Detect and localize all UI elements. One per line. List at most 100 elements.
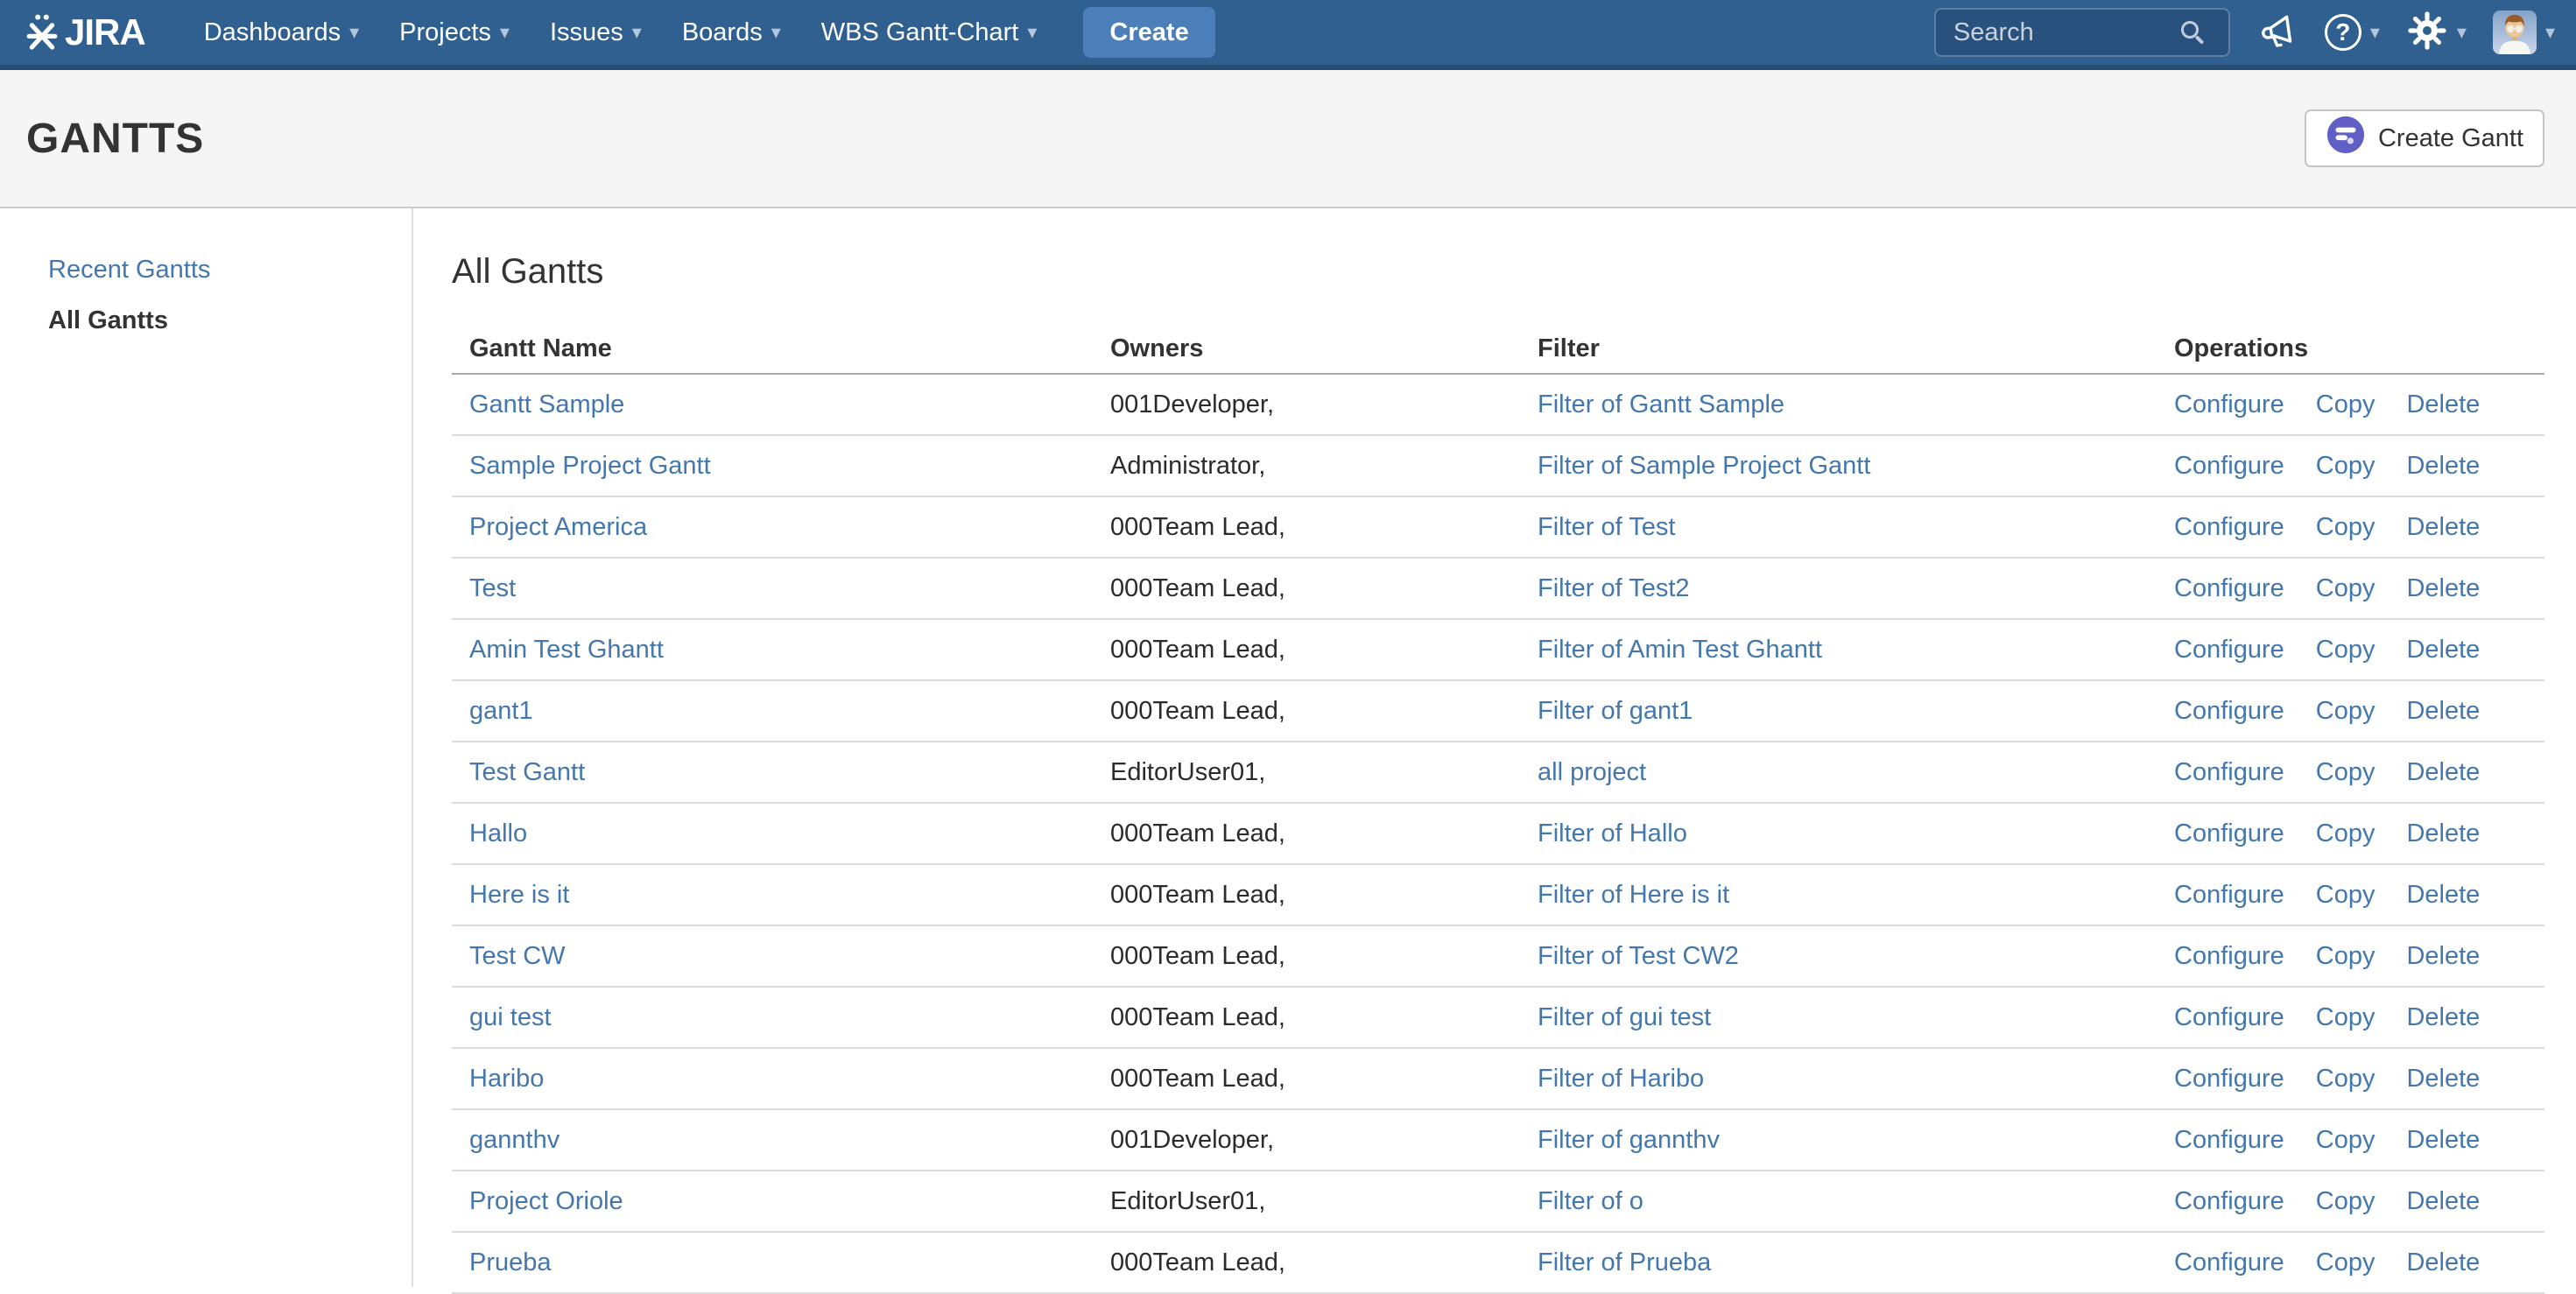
gantt-name-link[interactable]: Test xyxy=(469,574,516,602)
gantt-name-link[interactable]: Here is it xyxy=(469,881,569,909)
jira-logo[interactable]: JIRA xyxy=(26,11,145,53)
chevron-down-icon: ▾ xyxy=(2545,23,2555,42)
filter-link[interactable]: Filter of Gantt Sample xyxy=(1538,390,1784,418)
configure-link[interactable]: Configure xyxy=(2174,881,2284,910)
filter-link[interactable]: Filter of Test2 xyxy=(1538,574,1690,602)
chevron-down-icon: ▾ xyxy=(349,23,359,42)
owner-cell: 000Team Lead, xyxy=(1110,942,1538,971)
nav-dashboards[interactable]: Dashboards ▾ xyxy=(184,0,379,67)
copy-link[interactable]: Copy xyxy=(2316,1065,2375,1094)
configure-link[interactable]: Configure xyxy=(2174,1187,2284,1216)
operations-cell: Configure Copy Delete xyxy=(2174,1248,2544,1277)
configure-link[interactable]: Configure xyxy=(2174,636,2284,665)
delete-link[interactable]: Delete xyxy=(2406,1065,2480,1094)
main-panel: All Gantts Gantt Name Owners Filter Oper… xyxy=(413,208,2576,1287)
filter-link[interactable]: Filter of Test xyxy=(1538,513,1675,541)
configure-link[interactable]: Configure xyxy=(2174,697,2284,726)
help-menu[interactable]: ? ▾ xyxy=(2325,14,2380,51)
filter-link[interactable]: Filter of Test CW2 xyxy=(1538,942,1739,970)
table-row: Project Oriole EditorUser01, Filter of o… xyxy=(452,1171,2544,1233)
gantt-name-link[interactable]: Haribo xyxy=(469,1065,544,1093)
gantt-name-link[interactable]: Sample Project Gantt xyxy=(469,452,711,480)
jira-logo-text: JIRA xyxy=(65,11,145,53)
filter-link[interactable]: Filter of Hallo xyxy=(1538,819,1687,847)
delete-link[interactable]: Delete xyxy=(2406,758,2480,787)
copy-link[interactable]: Copy xyxy=(2316,881,2375,910)
filter-link[interactable]: Filter of Amin Test Ghantt xyxy=(1538,636,1822,664)
gantt-name-link[interactable]: Prueba xyxy=(469,1248,552,1276)
configure-link[interactable]: Configure xyxy=(2174,1248,2284,1277)
copy-link[interactable]: Copy xyxy=(2316,390,2375,419)
nav-wbs-gantt-chart[interactable]: WBS Gantt-Chart ▾ xyxy=(801,0,1058,67)
delete-link[interactable]: Delete xyxy=(2406,1003,2480,1032)
nav-issues[interactable]: Issues ▾ xyxy=(530,0,662,67)
configure-link[interactable]: Configure xyxy=(2174,452,2284,481)
gantt-name-link[interactable]: Project Oriole xyxy=(469,1187,623,1215)
delete-link[interactable]: Delete xyxy=(2406,819,2480,848)
filter-link[interactable]: all project xyxy=(1538,758,1646,786)
copy-link[interactable]: Copy xyxy=(2316,452,2375,481)
delete-link[interactable]: Delete xyxy=(2406,1126,2480,1155)
delete-link[interactable]: Delete xyxy=(2406,574,2480,603)
gantt-name-link[interactable]: Gantt Sample xyxy=(469,390,624,418)
copy-link[interactable]: Copy xyxy=(2316,1126,2375,1155)
create-button[interactable]: Create xyxy=(1083,7,1214,58)
configure-link[interactable]: Configure xyxy=(2174,574,2284,603)
gantt-name-link[interactable]: Test Gantt xyxy=(469,758,585,786)
filter-link[interactable]: Filter of gui test xyxy=(1538,1003,1711,1031)
configure-link[interactable]: Configure xyxy=(2174,390,2284,419)
configure-link[interactable]: Configure xyxy=(2174,1126,2284,1155)
delete-link[interactable]: Delete xyxy=(2406,390,2480,419)
filter-link[interactable]: Filter of Haribo xyxy=(1538,1065,1704,1093)
gantt-name-link[interactable]: gui test xyxy=(469,1003,552,1031)
delete-link[interactable]: Delete xyxy=(2406,881,2480,910)
delete-link[interactable]: Delete xyxy=(2406,1187,2480,1216)
copy-link[interactable]: Copy xyxy=(2316,1187,2375,1216)
gantt-name-link[interactable]: gant1 xyxy=(469,697,533,725)
sidebar-item-all-gantts[interactable]: All Gantts xyxy=(48,303,412,338)
search-icon[interactable] xyxy=(2181,21,2199,39)
configure-link[interactable]: Configure xyxy=(2174,819,2284,848)
filter-link[interactable]: Filter of Sample Project Gantt xyxy=(1538,452,1870,480)
sidebar-item-recent-gantts[interactable]: Recent Gantts xyxy=(48,252,412,287)
announcement-megaphone-icon[interactable] xyxy=(2256,11,2298,53)
copy-link[interactable]: Copy xyxy=(2316,758,2375,787)
copy-link[interactable]: Copy xyxy=(2316,513,2375,542)
copy-link[interactable]: Copy xyxy=(2316,636,2375,665)
delete-link[interactable]: Delete xyxy=(2406,452,2480,481)
admin-menu[interactable]: ▾ xyxy=(2406,10,2467,56)
delete-link[interactable]: Delete xyxy=(2406,697,2480,726)
user-menu[interactable]: ▾ xyxy=(2493,11,2555,54)
copy-link[interactable]: Copy xyxy=(2316,1003,2375,1032)
configure-link[interactable]: Configure xyxy=(2174,1065,2284,1094)
filter-link[interactable]: Filter of Prueba xyxy=(1538,1248,1711,1276)
copy-link[interactable]: Copy xyxy=(2316,574,2375,603)
gantt-name-link[interactable]: gannthv xyxy=(469,1126,560,1154)
copy-link[interactable]: Copy xyxy=(2316,1248,2375,1277)
owner-cell: 000Team Lead, xyxy=(1110,819,1538,848)
table-row: Gantt Sample 001Developer, Filter of Gan… xyxy=(452,375,2544,436)
filter-link[interactable]: Filter of Here is it xyxy=(1538,881,1729,909)
delete-link[interactable]: Delete xyxy=(2406,513,2480,542)
create-gantt-button[interactable]: Create Gantt xyxy=(2305,109,2544,167)
copy-link[interactable]: Copy xyxy=(2316,697,2375,726)
gantt-name-link[interactable]: Test CW xyxy=(469,942,566,970)
nav-projects[interactable]: Projects ▾ xyxy=(379,0,530,67)
copy-link[interactable]: Copy xyxy=(2316,819,2375,848)
gantt-name-link[interactable]: Amin Test Ghantt xyxy=(469,636,664,664)
configure-link[interactable]: Configure xyxy=(2174,758,2284,787)
copy-link[interactable]: Copy xyxy=(2316,942,2375,971)
configure-link[interactable]: Configure xyxy=(2174,942,2284,971)
filter-link[interactable]: Filter of o xyxy=(1538,1187,1643,1215)
nav-boards[interactable]: Boards ▾ xyxy=(662,0,801,67)
filter-link[interactable]: Filter of gannthv xyxy=(1538,1126,1720,1154)
gantt-name-link[interactable]: Hallo xyxy=(469,819,527,847)
gantt-name-link[interactable]: Project America xyxy=(469,513,647,541)
operations-cell: Configure Copy Delete xyxy=(2174,942,2544,971)
delete-link[interactable]: Delete xyxy=(2406,1248,2480,1277)
configure-link[interactable]: Configure xyxy=(2174,513,2284,542)
configure-link[interactable]: Configure xyxy=(2174,1003,2284,1032)
filter-link[interactable]: Filter of gant1 xyxy=(1538,697,1693,725)
delete-link[interactable]: Delete xyxy=(2406,636,2480,665)
delete-link[interactable]: Delete xyxy=(2406,942,2480,971)
